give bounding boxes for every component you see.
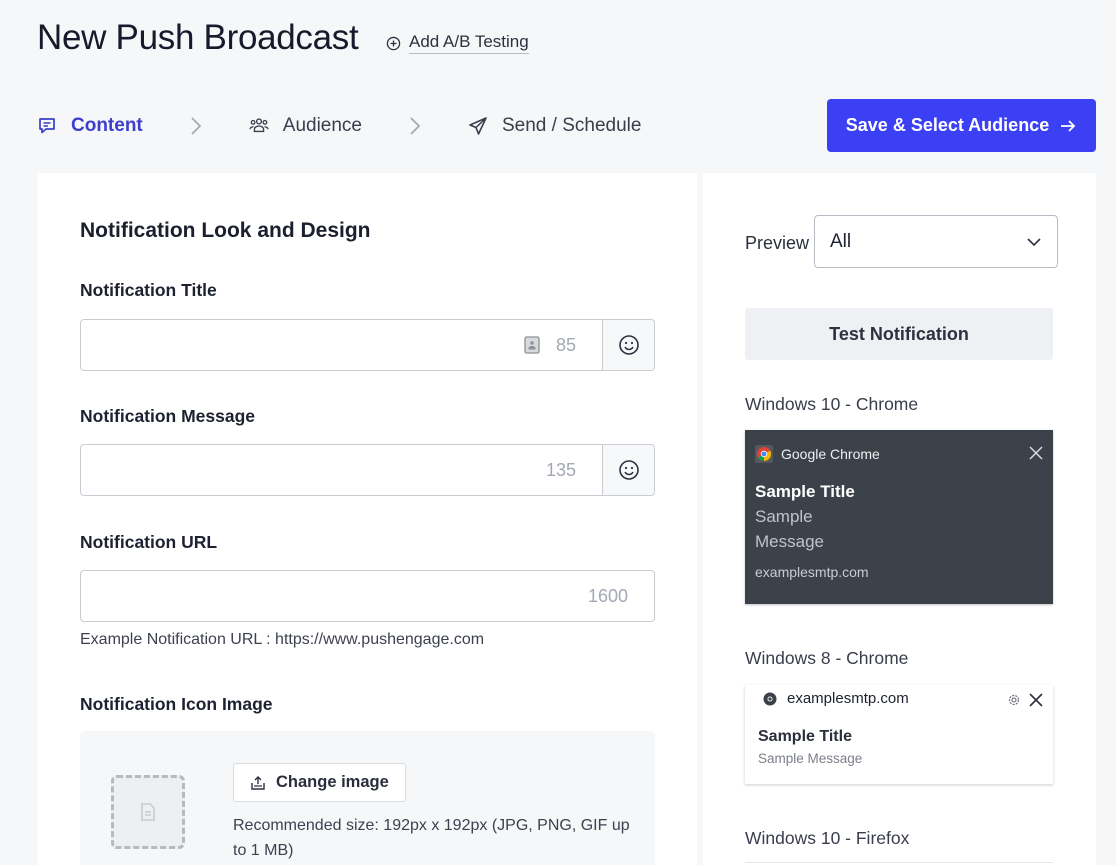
notification-title-input[interactable]: [81, 320, 524, 370]
preview-domain: examplesmtp.com: [787, 690, 909, 707]
preview-domain: examplesmtp.com: [755, 564, 869, 580]
arrow-right-icon: [1061, 119, 1076, 132]
plus-circle-icon: [386, 36, 401, 50]
preview-message: Sample Message: [758, 751, 863, 766]
step-navigation: Content Audience Send / Schedule: [37, 110, 641, 142]
message-emoji-button[interactable]: [602, 445, 654, 495]
step-content[interactable]: Content: [37, 115, 143, 137]
chrome-logo-icon: [755, 445, 773, 463]
message-char-counter: 135: [545, 459, 576, 480]
preview-platform-select[interactable]: All: [814, 215, 1058, 268]
emoji-icon: [618, 335, 639, 355]
save-select-audience-label: Save & Select Audience: [845, 115, 1050, 135]
win10-firefox-label: Windows 10 - Firefox: [745, 828, 910, 848]
icon-image-placeholder[interactable]: [111, 775, 185, 849]
close-icon[interactable]: [1029, 693, 1043, 707]
page-title: New Push Broadcast: [37, 18, 359, 57]
url-char-counter: 1600: [587, 585, 628, 606]
step-send-schedule-label: Send / Schedule: [502, 115, 642, 136]
add-ab-testing-label: Add A/B Testing: [409, 32, 529, 54]
notification-url-input[interactable]: [81, 571, 588, 621]
notification-title-group: 85: [80, 319, 655, 371]
win8-chrome-preview: examplesmtp.com Sample Title Sample Mess…: [745, 685, 1053, 784]
content-form-panel: Notification Look and Design Notificatio…: [37, 173, 697, 865]
notification-message-group: 135: [80, 444, 655, 496]
chrome-logo-icon: [763, 692, 777, 705]
win8-chrome-label: Windows 8 - Chrome: [745, 648, 909, 668]
message-icon: [39, 118, 55, 134]
title-char-counter: 85: [555, 334, 576, 355]
test-notification-button[interactable]: Test Notification: [745, 308, 1053, 360]
notification-url-label: Notification URL: [80, 532, 218, 552]
upload-icon: [251, 775, 265, 790]
chevron-down-icon: [1027, 237, 1041, 246]
preview-title: Sample Title: [758, 728, 852, 745]
save-select-audience-button[interactable]: Save & Select Audience: [827, 99, 1096, 152]
preview-label: Preview: [745, 233, 810, 253]
add-ab-testing-link[interactable]: Add A/B Testing: [386, 32, 529, 54]
preview-message: Sample Message: [755, 507, 824, 551]
recommended-size-text: Recommended size: 192px x 192px (JPG, PN…: [233, 817, 630, 859]
notification-message-label: Notification Message: [80, 406, 256, 426]
preview-title: Sample Title: [755, 482, 855, 501]
section-title: Notification Look and Design: [80, 219, 371, 242]
image-file-icon: [141, 803, 155, 821]
preview-select-value: All: [830, 230, 852, 252]
preview-panel: Preview All Test Notification Windows 10…: [703, 173, 1096, 865]
notification-title-label: Notification Title: [80, 280, 217, 300]
step-audience[interactable]: Audience: [249, 115, 362, 137]
emoji-icon: [618, 460, 639, 480]
title-emoji-button[interactable]: [602, 320, 654, 370]
chevron-right-icon: [189, 116, 203, 136]
win10-chrome-label: Windows 10 - Chrome: [745, 394, 919, 414]
step-audience-label: Audience: [282, 115, 362, 136]
personalize-icon[interactable]: [524, 336, 540, 354]
change-image-button[interactable]: Change image: [233, 763, 406, 802]
close-icon[interactable]: [1029, 446, 1043, 460]
icon-image-uploader: Change image Recommended size: 192px x 1…: [80, 731, 655, 865]
send-icon: [469, 117, 487, 135]
users-icon: [249, 118, 269, 133]
url-help-text: Example Notification URL : https://www.p…: [80, 631, 485, 648]
notification-icon-image-label: Notification Icon Image: [80, 694, 273, 714]
step-content-label: Content: [71, 115, 143, 136]
step-send-schedule[interactable]: Send / Schedule: [468, 115, 641, 137]
notification-message-input[interactable]: [81, 445, 546, 495]
browser-name: Google Chrome: [781, 446, 880, 462]
win10-chrome-preview: Google Chrome Sample Title Sample Messag…: [745, 430, 1053, 604]
notification-url-group: 1600: [80, 570, 655, 622]
change-image-label: Change image: [276, 773, 389, 791]
gear-icon[interactable]: [1007, 693, 1021, 707]
chevron-right-icon: [408, 116, 422, 136]
